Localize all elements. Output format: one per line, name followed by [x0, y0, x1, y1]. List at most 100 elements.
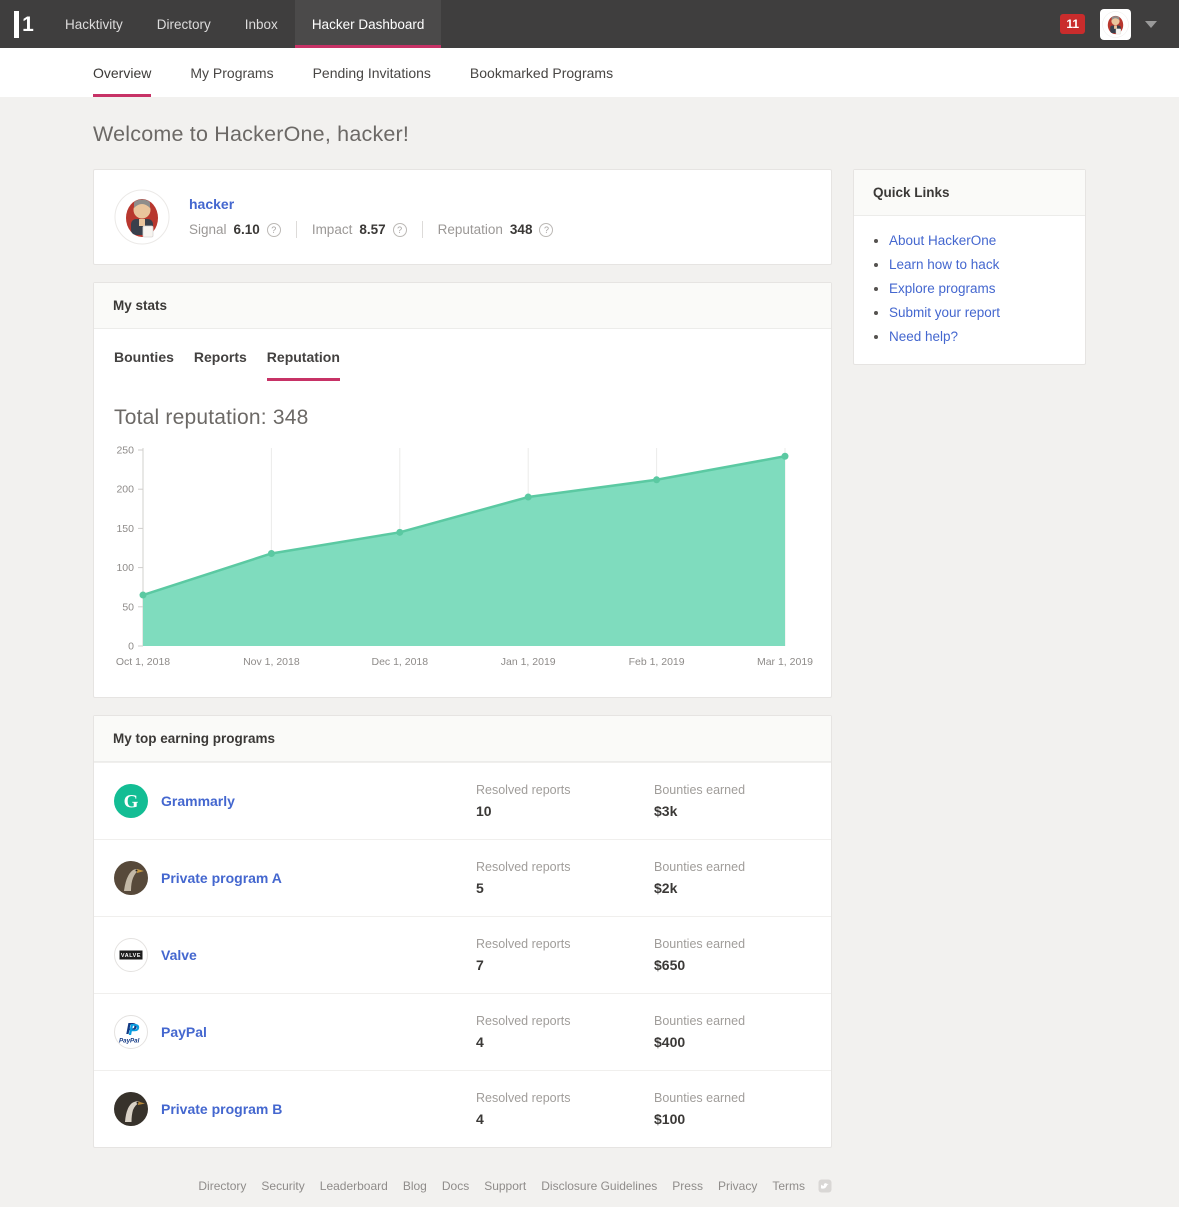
topnav-right-group: 11 [1060, 0, 1179, 48]
list-item: Explore programs [889, 281, 1067, 296]
program-link[interactable]: Private program A [161, 870, 282, 886]
table-row: Private program A Resolved reports 5 Bou… [94, 839, 831, 916]
footer-link-terms[interactable]: Terms [772, 1179, 805, 1193]
dashboard-sub-navigation: Overview My Programs Pending Invitations… [0, 48, 1179, 97]
footer-link-support[interactable]: Support [484, 1179, 526, 1193]
twitter-icon[interactable] [818, 1179, 832, 1193]
resolved-reports-label: Resolved reports [476, 937, 654, 951]
bounties-earned-label: Bounties earned [654, 860, 811, 874]
user-avatar-icon [1102, 11, 1129, 38]
bounties-earned-label: Bounties earned [654, 937, 811, 951]
link-submit-your-report[interactable]: Submit your report [889, 305, 1000, 320]
tab-pending-invitations[interactable]: Pending Invitations [313, 48, 431, 97]
svg-text:0: 0 [128, 641, 134, 653]
list-item: Need help? [889, 329, 1067, 344]
tab-my-programs[interactable]: My Programs [190, 48, 273, 97]
svg-text:Jan 1, 2019: Jan 1, 2019 [501, 656, 556, 668]
resolved-reports-value: 7 [476, 957, 654, 973]
resolved-reports-value: 4 [476, 1111, 654, 1127]
program-link[interactable]: Valve [161, 947, 197, 963]
footer-link-disclosure-guidelines[interactable]: Disclosure Guidelines [541, 1179, 657, 1193]
resolved-reports-label: Resolved reports [476, 783, 654, 797]
paypal-logo-icon: P P PayPal [114, 1015, 148, 1049]
chevron-down-icon[interactable] [1145, 21, 1157, 28]
hacker-avatar[interactable] [114, 189, 170, 245]
quick-links-header: Quick Links [854, 170, 1085, 216]
tab-bookmarked-programs[interactable]: Bookmarked Programs [470, 48, 613, 97]
svg-text:G: G [124, 792, 139, 813]
program-link[interactable]: Private program B [161, 1101, 282, 1117]
svg-text:PayPal: PayPal [119, 1038, 140, 1045]
profile-summary-card: hacker Signal 6.10 ? Impact 8.57 ? Reput… [93, 169, 832, 265]
grammarly-logo-icon: G [114, 784, 148, 818]
list-item: Learn how to hack [889, 257, 1067, 272]
resolved-reports-label: Resolved reports [476, 860, 654, 874]
logo-bar [14, 11, 19, 38]
footer: Directory Security Leaderboard Blog Docs… [93, 1179, 832, 1207]
link-explore-programs[interactable]: Explore programs [889, 281, 996, 296]
list-item: About HackerOne [889, 233, 1067, 248]
svg-text:250: 250 [116, 445, 134, 457]
svg-text:VALVE: VALVE [121, 953, 141, 959]
heron-avatar-dark-icon [114, 1092, 148, 1126]
footer-link-privacy[interactable]: Privacy [718, 1179, 757, 1193]
footer-link-blog[interactable]: Blog [403, 1179, 427, 1193]
user-menu-avatar[interactable] [1100, 9, 1131, 40]
footer-link-docs[interactable]: Docs [442, 1179, 469, 1193]
nav-item-hacker-dashboard[interactable]: Hacker Dashboard [295, 0, 442, 48]
footer-link-security[interactable]: Security [261, 1179, 304, 1193]
signal-label: Signal [189, 222, 227, 237]
my-stats-card: My stats Bounties Reports Reputation Tot… [93, 282, 832, 698]
tab-reports[interactable]: Reports [194, 349, 247, 381]
nav-item-directory[interactable]: Directory [140, 0, 228, 48]
resolved-reports-label: Resolved reports [476, 1091, 654, 1105]
resolved-reports-value: 5 [476, 880, 654, 896]
username-link[interactable]: hacker [189, 196, 234, 212]
footer-link-leaderboard[interactable]: Leaderboard [320, 1179, 388, 1193]
bounties-earned-value: $100 [654, 1111, 811, 1127]
total-reputation-heading: Total reputation: 348 [114, 406, 811, 430]
top-programs-header: My top earning programs [94, 716, 831, 762]
svg-text:50: 50 [122, 601, 134, 613]
page-title: Welcome to HackerOne, hacker! [93, 122, 1086, 147]
tab-reputation[interactable]: Reputation [267, 349, 340, 381]
svg-text:200: 200 [116, 484, 134, 496]
valve-logo-icon: VALVE [114, 938, 148, 972]
resolved-reports-label: Resolved reports [476, 1014, 654, 1028]
nav-item-hacktivity[interactable]: Hacktivity [48, 0, 140, 48]
nav-item-inbox[interactable]: Inbox [228, 0, 295, 48]
tab-overview[interactable]: Overview [93, 48, 151, 97]
reputation-label: Reputation [438, 222, 503, 237]
logo-one: 1 [22, 11, 34, 48]
svg-text:100: 100 [116, 562, 134, 574]
help-icon[interactable]: ? [393, 223, 407, 237]
quick-links-list: About HackerOne Learn how to hack Explor… [872, 233, 1067, 344]
svg-text:Feb 1, 2019: Feb 1, 2019 [629, 656, 685, 668]
resolved-reports-value: 4 [476, 1034, 654, 1050]
program-link[interactable]: Grammarly [161, 793, 235, 809]
link-about-hackerone[interactable]: About HackerOne [889, 233, 996, 248]
bounties-earned-label: Bounties earned [654, 1014, 811, 1028]
heron-avatar-icon [114, 861, 148, 895]
help-icon[interactable]: ? [539, 223, 553, 237]
notification-badge[interactable]: 11 [1060, 14, 1085, 34]
bounties-earned-value: $3k [654, 803, 811, 819]
link-need-help[interactable]: Need help? [889, 329, 958, 344]
table-row: Private program B Resolved reports 4 Bou… [94, 1070, 831, 1147]
help-icon[interactable]: ? [267, 223, 281, 237]
list-item: Submit your report [889, 305, 1067, 320]
tab-bounties[interactable]: Bounties [114, 349, 174, 381]
svg-text:P: P [129, 1022, 140, 1039]
program-link[interactable]: PayPal [161, 1024, 207, 1040]
bounties-earned-value: $400 [654, 1034, 811, 1050]
hackerone-logo[interactable]: 1 [0, 0, 48, 48]
svg-text:Oct 1, 2018: Oct 1, 2018 [116, 656, 170, 668]
top-navigation-bar: 1 Hacktivity Directory Inbox Hacker Dash… [0, 0, 1179, 48]
footer-link-directory[interactable]: Directory [198, 1179, 246, 1193]
link-learn-how-to-hack[interactable]: Learn how to hack [889, 257, 999, 272]
reputation-area-chart: 050100150200250Oct 1, 2018Nov 1, 2018Dec… [114, 440, 813, 674]
footer-link-press[interactable]: Press [672, 1179, 703, 1193]
bounties-earned-label: Bounties earned [654, 1091, 811, 1105]
svg-text:Nov 1, 2018: Nov 1, 2018 [243, 656, 300, 668]
stat-divider [296, 221, 297, 238]
